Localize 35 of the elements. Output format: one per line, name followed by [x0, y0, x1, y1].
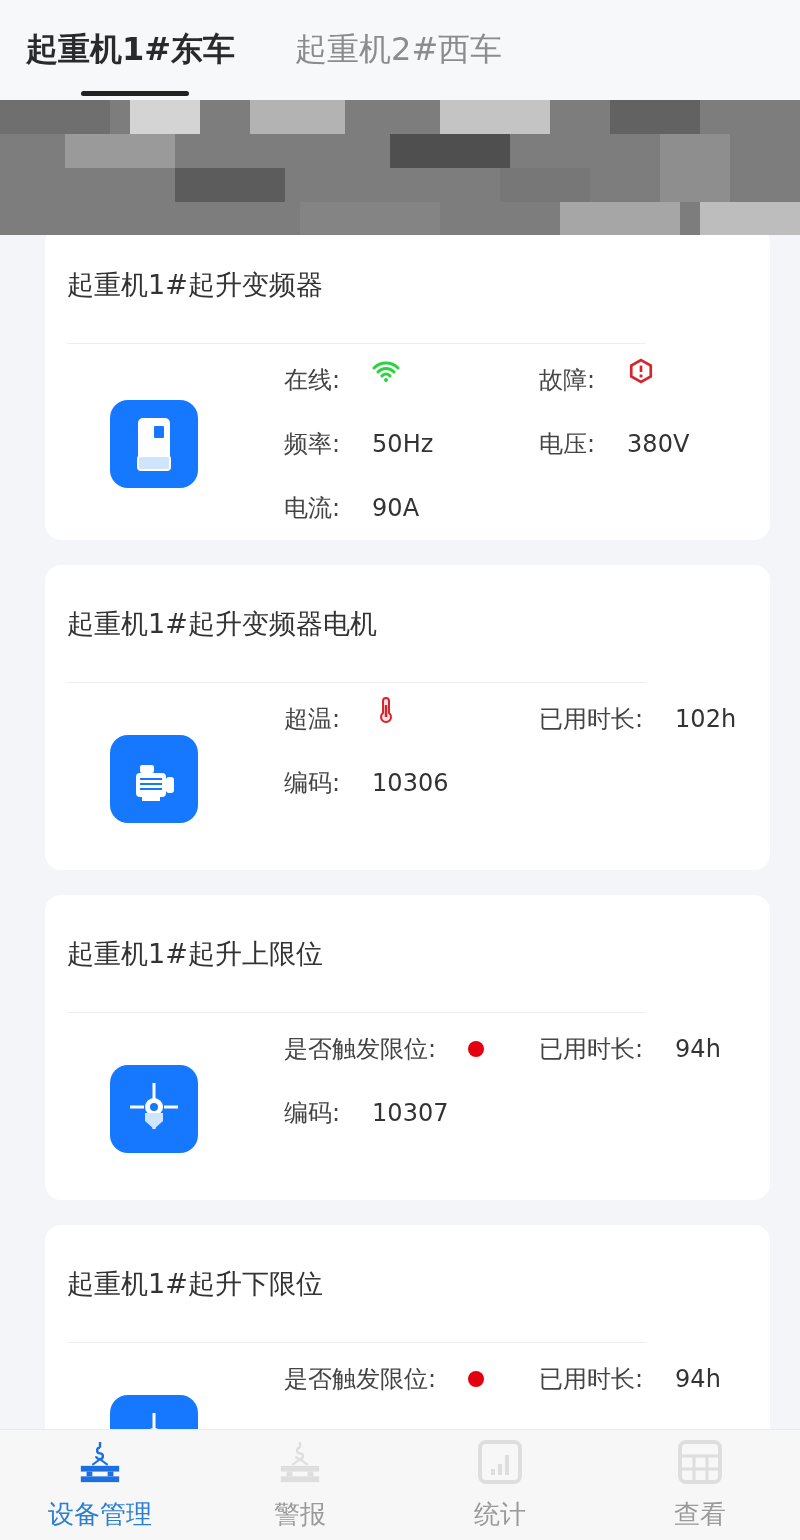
field-label: 电压:: [539, 429, 596, 460]
field-label: 已用时长:: [539, 1034, 644, 1065]
field-value: 10306: [372, 769, 449, 797]
field-label: 是否触发限位:: [284, 1364, 437, 1395]
nav-tab[interactable]: 统计: [400, 1430, 600, 1540]
field-label: 已用时长:: [539, 1364, 644, 1395]
field-label: 在线:: [284, 365, 341, 396]
tab[interactable]: 起重机1#东车: [26, 4, 236, 96]
table-icon: [677, 1438, 723, 1485]
card-title: 起重机1#起升上限位: [67, 895, 646, 1013]
field-value: 94h: [675, 1035, 721, 1063]
field-label: 超温:: [284, 704, 341, 735]
field-label: 频率:: [284, 429, 341, 460]
field-label: 故障:: [539, 365, 596, 396]
field-label: 已用时长:: [539, 704, 644, 735]
nav-tab[interactable]: 设备管理: [0, 1430, 200, 1540]
motor-icon: [110, 734, 198, 823]
field-label: 电流:: [284, 493, 341, 524]
card-title: 起重机1#起升变频器: [67, 235, 646, 344]
field-value: 94h: [675, 1365, 721, 1393]
tab[interactable]: 起重机2#西车: [295, 4, 503, 96]
field-value: 10307: [372, 1099, 449, 1127]
card-title: 起重机1#起升下限位: [67, 1225, 646, 1343]
field-label: 编码:: [284, 768, 341, 799]
field-value: 90A: [372, 494, 420, 522]
field-label: 编码:: [284, 1098, 341, 1129]
nav-tab[interactable]: 查看: [600, 1430, 800, 1540]
card-title: 起重机1#起升变频器电机: [67, 565, 646, 683]
nav-tab[interactable]: 警报: [200, 1430, 400, 1540]
field-value: 102h: [675, 705, 737, 733]
field-value: 50Hz: [372, 430, 434, 458]
bar-chart-icon: [477, 1438, 523, 1485]
cabinet-icon: [110, 400, 198, 488]
field-value: 380V: [627, 430, 690, 458]
field-label: 是否触发限位:: [284, 1034, 437, 1065]
